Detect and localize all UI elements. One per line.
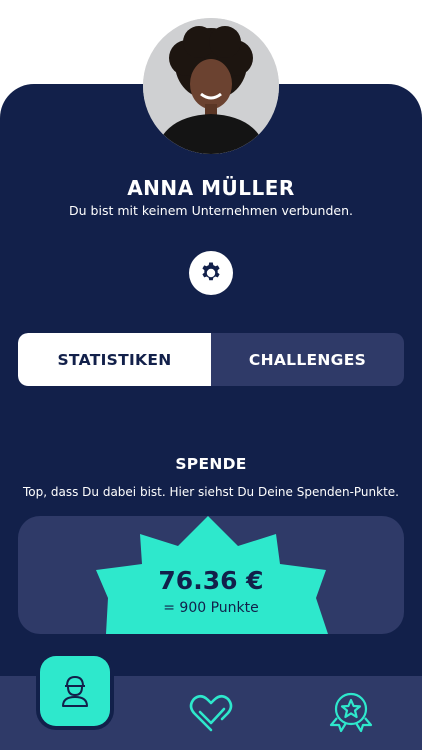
donation-points: = 900 Punkte bbox=[163, 600, 259, 616]
donation-description: Top, dass Du dabei bist. Hier siehst Du … bbox=[23, 485, 399, 499]
donation-title: SPENDE bbox=[175, 455, 247, 473]
tab-challenges[interactable]: CHALLENGES bbox=[211, 333, 404, 386]
company-status-text: Du bist mit keinem Unternehmen verbunden… bbox=[69, 203, 353, 218]
profile-name: ANNA MÜLLER bbox=[127, 176, 295, 200]
profile-tabs: STATISTIKEN CHALLENGES bbox=[18, 333, 404, 386]
profile-icon bbox=[62, 676, 88, 707]
donation-amount: 76.36 € bbox=[158, 566, 264, 595]
nav-profile-button[interactable] bbox=[40, 656, 110, 726]
avatar-photo bbox=[143, 18, 279, 154]
settings-button[interactable] bbox=[189, 251, 233, 295]
gear-icon bbox=[202, 262, 220, 281]
nav-donate-button[interactable] bbox=[182, 686, 240, 738]
tab-statistiken[interactable]: STATISTIKEN bbox=[18, 333, 211, 386]
profile-avatar[interactable] bbox=[143, 18, 279, 154]
award-badge-icon bbox=[329, 692, 373, 733]
heart-hands-icon bbox=[189, 694, 233, 732]
nav-rewards-button[interactable] bbox=[322, 682, 380, 740]
